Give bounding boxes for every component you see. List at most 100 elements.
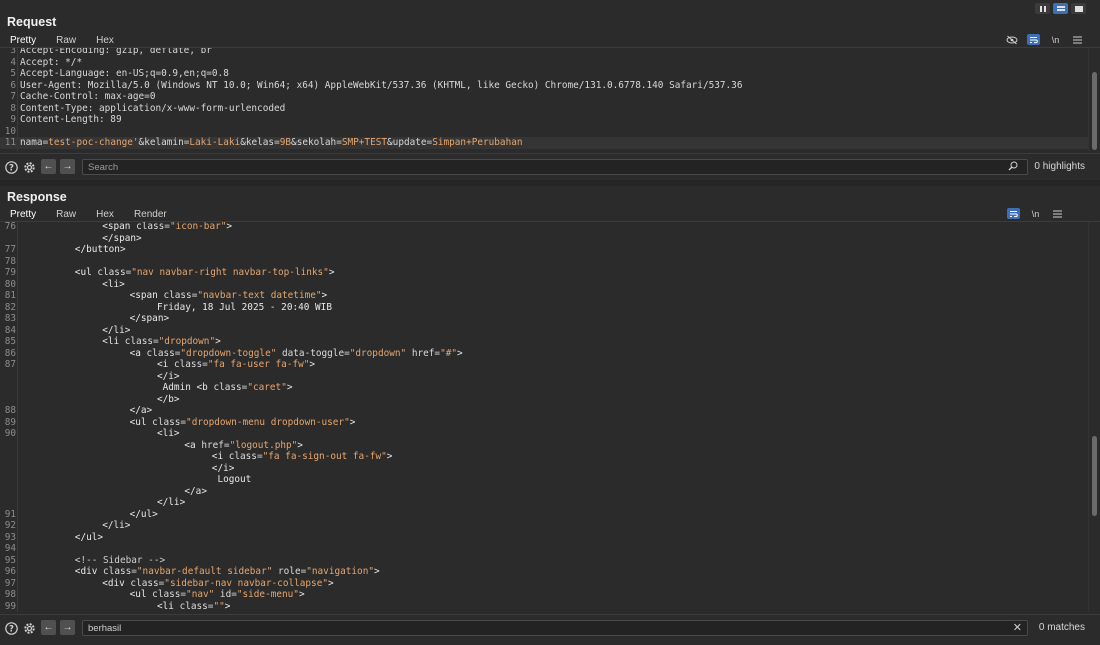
param-value: 9B (279, 137, 292, 148)
html-string: "dropdown-toggle" (180, 347, 277, 359)
arrow-right-icon[interactable]: → (60, 620, 75, 635)
response-search-input[interactable] (82, 620, 1028, 636)
html-tag: </a> (184, 485, 207, 497)
html-tag: > (457, 347, 463, 359)
line-number: 7 (10, 91, 16, 102)
settings-gear-icon[interactable] (22, 160, 37, 175)
param-key: sekolah (296, 137, 337, 148)
line-number: 97 (4, 577, 16, 589)
param-key: nama (20, 137, 43, 148)
arrow-left-icon[interactable]: ← (41, 620, 56, 635)
code-line: 7 Cache-Control: max-age=0 (0, 91, 1088, 103)
request-editor[interactable]: 3 Accept-Encoding: gzip, deflate, br 4 Acce… (0, 47, 1100, 151)
response-scrollbar-thumb[interactable] (1092, 436, 1097, 516)
search-icon[interactable] (1008, 161, 1018, 174)
request-search-input[interactable] (82, 159, 1028, 175)
line-number (0, 486, 16, 498)
html-attr: role= (272, 566, 307, 577)
code-line: 96 <div class="navbar-default sidebar" ro… (0, 566, 1088, 578)
help-icon[interactable]: ? (4, 160, 19, 175)
html-string: "nav navbar-right navbar-top-links" (131, 267, 329, 278)
html-tag: <li> (102, 278, 125, 290)
line-number (0, 451, 16, 463)
code-text: </a> (16, 405, 153, 417)
html-string: "" (213, 600, 225, 612)
html-attr: class= (124, 336, 159, 347)
line-number: 79 (4, 267, 16, 278)
arrow-right-icon[interactable]: → (60, 159, 75, 174)
code-text: </li> (16, 520, 130, 532)
line-number: 88 (4, 405, 16, 416)
html-tag: </li> (157, 497, 186, 508)
response-scrollbar[interactable] (1088, 222, 1100, 612)
html-tag: <div (74, 566, 104, 577)
wrap-icon[interactable] (1027, 34, 1040, 45)
newline-icon[interactable]: \n (1029, 208, 1042, 219)
newline-icon[interactable]: \n (1049, 34, 1062, 45)
html-string: "dropdown" (158, 336, 216, 347)
line-number (0, 474, 16, 486)
line-number: 93 (4, 531, 16, 543)
html-tag: <a (129, 347, 147, 359)
html-string: "#" (440, 347, 457, 359)
html-attr: class= (97, 267, 132, 278)
panel-divider[interactable] (0, 180, 1100, 186)
html-tag: <ul (129, 589, 153, 600)
code-text: Accept-Language: en-US;q=0.9,en;q=0.8 (20, 68, 229, 79)
menu-icon[interactable] (1051, 208, 1064, 219)
html-string: "nav" (186, 589, 215, 600)
html-string: "logout.php" (229, 439, 298, 451)
layout-rows-icon[interactable] (1053, 3, 1068, 14)
html-string: "fa fa-user fa-fw" (207, 359, 310, 370)
settings-gear-icon[interactable] (22, 621, 37, 636)
request-scrollbar[interactable] (1088, 48, 1100, 151)
code-text: Cache-Control: max-age=0 (20, 91, 156, 102)
arrow-left-icon[interactable]: ← (41, 159, 56, 174)
html-tag: <span (102, 221, 137, 232)
wrap-icon[interactable] (1007, 208, 1020, 219)
code-line: 85 <li class="dropdown"> (0, 336, 1088, 348)
line-number: 82 (4, 301, 16, 313)
param-key: update (392, 137, 427, 148)
html-tag: </a> (129, 405, 153, 416)
code-text: </button> (16, 244, 126, 256)
body-params: nama=test-poc-change'&kelamin=Laki-Laki&… (16, 137, 523, 149)
line-number: 85 (4, 336, 16, 347)
code-text: </ul> (16, 532, 103, 544)
code-text: </ul> (16, 509, 158, 521)
html-tag: Logout (211, 474, 252, 485)
code-text: <li class=""> (16, 601, 230, 613)
layout-single-icon[interactable] (1071, 3, 1086, 14)
code-line: </span> (0, 233, 1088, 245)
html-tag: </i> (211, 462, 235, 474)
response-editor[interactable]: 76 <span class="icon-bar"> </span> 77 </butt… (0, 221, 1100, 612)
code-line: </a> (0, 486, 1088, 498)
code-text: <ul class="nav navbar-right navbar-top-l… (16, 267, 335, 279)
request-toolbar: \n (1005, 34, 1084, 45)
html-tag: <ul (129, 416, 153, 428)
html-attr: href= (406, 347, 441, 359)
request-scrollbar-thumb[interactable] (1092, 72, 1097, 150)
html-tag: > (215, 336, 221, 347)
code-line: <a href="logout.php"> (0, 440, 1088, 452)
clear-search-icon[interactable]: ✕ (1013, 621, 1022, 634)
html-tag: <span (129, 290, 164, 301)
code-text: Content-Length: 89 (20, 114, 122, 125)
html-tag: > (373, 566, 380, 577)
html-tag: > (349, 416, 356, 428)
code-text: <i class="fa fa-sign-out fa-fw"> (16, 451, 393, 463)
menu-icon[interactable] (1071, 34, 1084, 45)
html-tag: </ul> (74, 531, 104, 543)
param-value: SMP+TEST (341, 137, 388, 148)
help-icon[interactable]: ? (4, 621, 19, 636)
line-number: 5 (10, 68, 16, 79)
code-line: <i class="fa fa-sign-out fa-fw"> (0, 451, 1088, 463)
html-tag: > (298, 589, 305, 600)
line-number: 96 (4, 566, 16, 577)
request-title: Request (7, 15, 57, 29)
layout-columns-icon[interactable] (1035, 3, 1050, 14)
code-line: Admin <b class="caret"> (0, 382, 1088, 394)
request-highlight-count: 0 highlights (1034, 161, 1085, 172)
eye-slash-icon[interactable] (1005, 34, 1018, 45)
